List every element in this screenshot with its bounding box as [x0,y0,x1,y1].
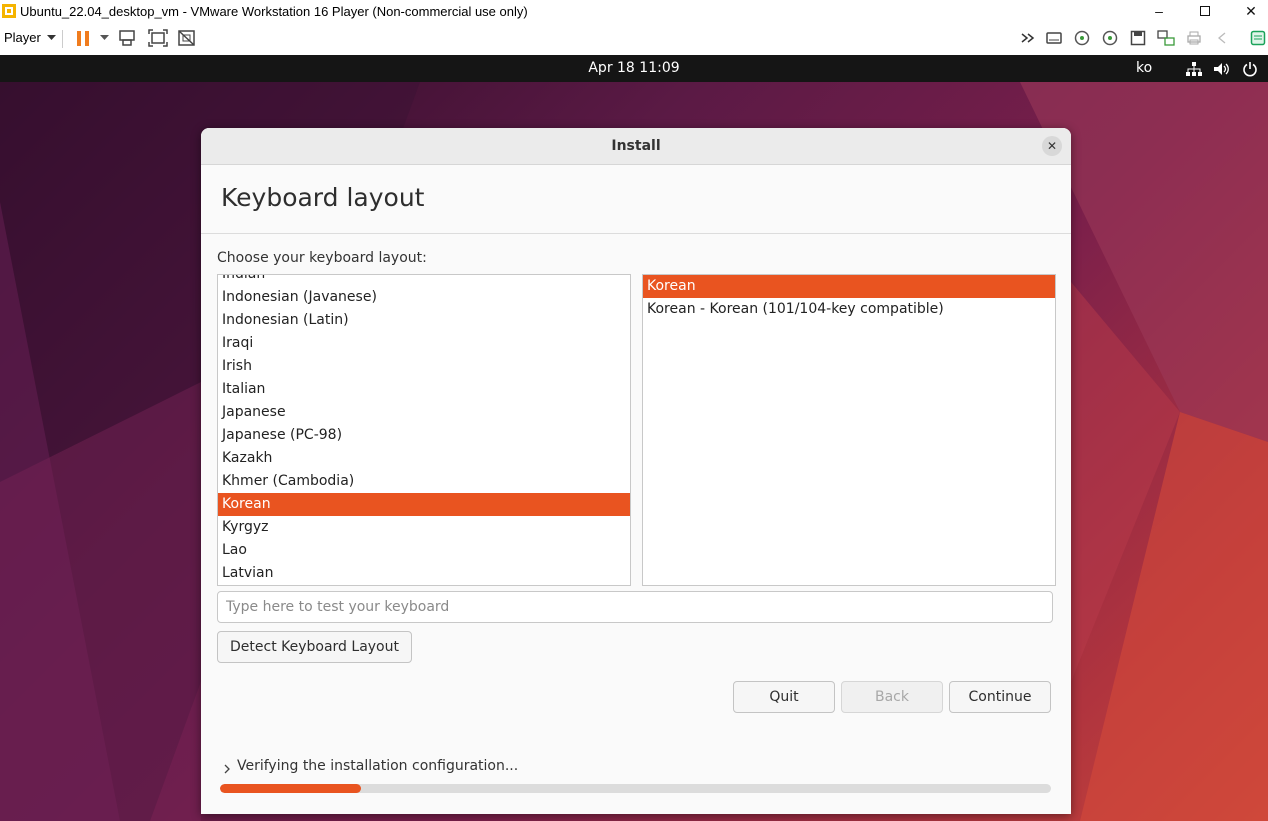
input-method-indicator[interactable]: ko [1136,60,1152,76]
network-button[interactable] [1155,28,1177,48]
chevron-right-icon [224,764,230,774]
fullscreen-icon [148,29,168,47]
layout-list-item[interactable]: Indonesian (Javanese) [218,286,630,309]
close-icon: ✕ [1046,139,1058,153]
layout-list-item[interactable]: Japanese (PC-98) [218,424,630,447]
message-log-button[interactable] [1247,28,1268,48]
layout-list-item[interactable]: Irish [218,355,630,378]
ubuntu-top-bar: Apr 18 11:09 ko [0,55,1268,82]
layout-list-item[interactable]: Italian [218,378,630,401]
volume-button[interactable] [1213,60,1231,78]
status-row: Verifying the installation configuration… [223,754,518,778]
chevron-down-icon [46,34,56,40]
clock[interactable]: Apr 18 11:09 [0,60,1268,76]
removable-device-icon [1046,32,1062,44]
maximize-icon [1200,6,1210,16]
pause-dropdown-button[interactable] [93,28,115,48]
sound-button[interactable] [1211,28,1233,48]
toolbar-divider [62,30,63,48]
vmware-toolbar: Player [0,22,1268,55]
power-icon [1243,62,1257,77]
power-button[interactable] [1241,60,1259,78]
printer-icon [1187,31,1201,45]
layout-list-item[interactable]: Japanese [218,401,630,424]
pause-icon [77,31,89,46]
detect-keyboard-layout-button[interactable]: Detect Keyboard Layout [217,631,412,663]
install-dialog: Install ✕ Keyboard layout Choose your ke… [201,128,1071,814]
variant-list-item[interactable]: Korean - Korean (101/104-key compatible) [643,298,1055,321]
layout-list-item[interactable]: Iraqi [218,332,630,355]
more-button[interactable] [1017,28,1039,48]
dialog-header: Install ✕ [201,128,1071,165]
layout-list-item[interactable]: Kazakh [218,447,630,470]
cd-icon [1102,30,1118,46]
window-title: Ubuntu_22.04_desktop_vm - VMware Worksta… [20,3,528,19]
removable-device-button[interactable] [1043,28,1065,48]
close-window-button[interactable]: ✕ [1228,0,1268,22]
network-icon [1157,30,1175,46]
player-menu[interactable]: Player [4,30,56,45]
pause-button[interactable] [72,28,94,48]
unity-icon [178,30,195,46]
send-ctrl-alt-del-button[interactable] [117,28,139,48]
volume-icon [1214,63,1229,75]
dialog-title: Install [611,138,661,154]
layout-list-item[interactable]: Khmer (Cambodia) [218,470,630,493]
vmware-logo-icon [2,4,16,18]
dropdown-arrow-icon [99,35,109,40]
layout-list-item[interactable]: Kyrgyz [218,516,630,539]
layout-list-item[interactable]: Lao [218,539,630,562]
layout-list[interactable]: Indian Indonesian (Javanese) Indonesian (L… [217,274,631,586]
page-title: Keyboard layout [221,183,425,212]
expand-details-button[interactable] [223,762,237,778]
layout-list-item[interactable]: Indonesian (Latin) [218,309,630,332]
variant-list[interactable]: Korean Korean - Korean (101/104-key compa… [642,274,1056,586]
title-divider [201,233,1071,234]
player-menu-label: Player [4,30,41,45]
sound-icon [1217,32,1226,44]
choose-layout-label: Choose your keyboard layout: [217,250,427,266]
send-ctrl-alt-del-icon [119,30,135,46]
printer-button[interactable] [1183,28,1205,48]
layout-list-item[interactable]: Korean [218,493,630,516]
quit-button[interactable]: Quit [733,681,835,713]
vmware-title-bar: Ubuntu_22.04_desktop_vm - VMware Worksta… [0,0,1268,22]
back-button[interactable]: Back [841,681,943,713]
close-dialog-button[interactable]: ✕ [1042,136,1062,156]
floppy-icon [1130,30,1146,46]
floppy-button[interactable] [1127,28,1149,48]
unity-button[interactable] [176,28,198,48]
maximize-button[interactable] [1182,0,1228,22]
minimize-button[interactable]: – [1136,0,1182,22]
status-text: Verifying the installation configuration… [237,758,519,774]
continue-button[interactable]: Continue [949,681,1051,713]
fullscreen-button[interactable] [147,28,169,48]
network-wired-icon [1186,62,1202,76]
message-log-icon [1250,30,1266,46]
cd-icon [1074,30,1090,46]
more-icon [1021,33,1035,43]
layout-list-item[interactable]: Latvian [218,562,630,585]
cd-button-2[interactable] [1099,28,1121,48]
variant-list-item[interactable]: Korean [643,275,1055,298]
layout-list-item[interactable]: Indian [218,275,630,286]
progress-bar [220,784,1051,793]
network-status-button[interactable] [1185,60,1203,78]
cd-button-1[interactable] [1071,28,1093,48]
keyboard-test-input[interactable] [217,591,1053,623]
progress-fill [220,784,362,793]
